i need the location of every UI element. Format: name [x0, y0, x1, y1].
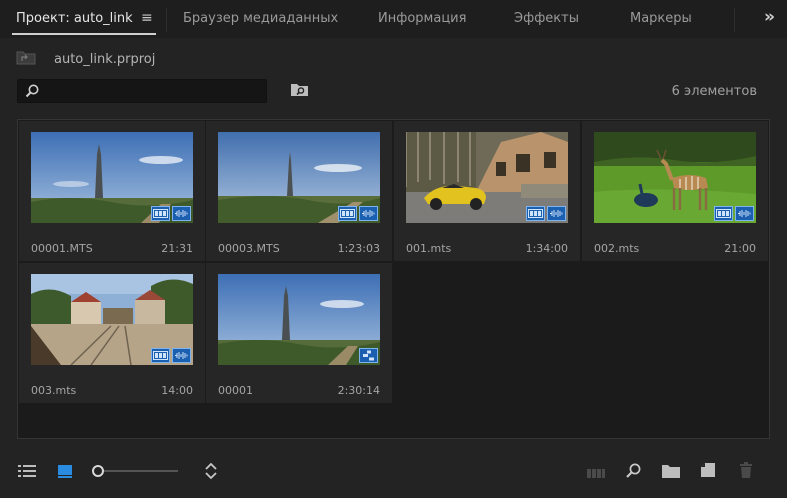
clip-duration: 1:23:03: [337, 242, 380, 255]
clip-thumbnail: [218, 274, 380, 365]
clip-tile[interactable]: 001.mts 1:34:00: [394, 121, 580, 261]
audio-badge-icon: [172, 206, 191, 221]
audio-badge-icon: [547, 206, 566, 221]
video-badge-icon: [151, 206, 170, 221]
panel-tab-bar: Проект: auto_link ≡ Браузер медиаданных …: [0, 0, 787, 38]
search-field[interactable]: [17, 79, 267, 103]
folder-search-icon[interactable]: [290, 82, 310, 102]
clip-badges: [359, 348, 378, 363]
tab-effects[interactable]: Эффекты: [514, 11, 579, 26]
clip-name: 003.mts: [31, 384, 77, 397]
clip-tile[interactable]: 00001.MTS 21:31: [19, 121, 205, 261]
list-view-icon[interactable]: [17, 463, 37, 483]
clip-name: 00001.MTS: [31, 242, 93, 255]
new-item-icon[interactable]: [700, 462, 716, 482]
trash-icon[interactable]: [738, 461, 754, 483]
video-badge-icon: [526, 206, 545, 221]
clip-badges: [151, 348, 191, 363]
tab-markers[interactable]: Маркеры: [630, 11, 692, 26]
clip-badges: [714, 206, 754, 221]
tab-project[interactable]: Проект: auto_link: [16, 11, 133, 26]
clip-tile[interactable]: 00001 2:30:14: [206, 263, 392, 403]
clip-duration: 21:31: [161, 242, 193, 255]
double-chevron-right-icon[interactable]: ››: [764, 7, 775, 27]
clip-thumbnail: [406, 132, 568, 223]
tab-separator: [166, 8, 167, 32]
icon-view-icon[interactable]: [57, 463, 73, 483]
folder-up-icon[interactable]: [16, 49, 36, 69]
clip-duration: 2:30:14: [337, 384, 380, 397]
zoom-handle[interactable]: [92, 465, 104, 477]
project-file-name: auto_link.prproj: [54, 51, 156, 67]
clip-name: 002.mts: [594, 242, 640, 255]
item-count: 6 элементов: [671, 84, 757, 99]
clip-tile[interactable]: 002.mts 21:00: [582, 121, 768, 261]
tab-media-browser[interactable]: Браузер медиаданных: [183, 11, 338, 26]
video-badge-icon: [714, 206, 733, 221]
clip-name: 001.mts: [406, 242, 452, 255]
sort-arrows-icon[interactable]: [203, 462, 219, 484]
clip-duration: 21:00: [724, 242, 756, 255]
zoom-track: [98, 470, 178, 472]
audio-badge-icon: [735, 206, 754, 221]
audio-badge-icon: [359, 206, 378, 221]
audio-badge-icon: [172, 348, 191, 363]
find-icon[interactable]: [624, 462, 642, 484]
video-badge-icon: [151, 348, 170, 363]
thumbnail-zoom-slider[interactable]: [92, 463, 178, 479]
clip-thumbnail: [594, 132, 756, 223]
clip-name: 00001: [218, 384, 253, 397]
search-input[interactable]: [44, 82, 259, 100]
clip-thumbnail: [218, 132, 380, 223]
clip-tile[interactable]: 00003.MTS 1:23:03: [206, 121, 392, 261]
active-tab-indicator: [12, 33, 156, 35]
clip-tile[interactable]: 003.mts 14:00: [19, 263, 205, 403]
magnifier-icon: [24, 83, 40, 103]
clip-thumbnail: [31, 132, 193, 223]
clip-badges: [338, 206, 378, 221]
automate-to-sequence-icon[interactable]: [586, 465, 606, 484]
new-bin-icon[interactable]: [661, 463, 681, 483]
sequence-badge-icon: [359, 348, 378, 363]
hamburger-icon[interactable]: ≡: [141, 10, 153, 26]
clip-grid: 00001.MTS 21:31 00003.MTS 1:23:03 001.mt…: [17, 119, 770, 439]
clip-thumbnail: [31, 274, 193, 365]
clip-name: 00003.MTS: [218, 242, 280, 255]
clip-duration: 1:34:00: [525, 242, 568, 255]
tab-separator: [734, 8, 735, 32]
clip-badges: [526, 206, 566, 221]
clip-duration: 14:00: [161, 384, 193, 397]
clip-badges: [151, 206, 191, 221]
video-badge-icon: [338, 206, 357, 221]
tab-info[interactable]: Информация: [378, 11, 466, 26]
project-path: auto_link.prproj: [16, 49, 155, 69]
